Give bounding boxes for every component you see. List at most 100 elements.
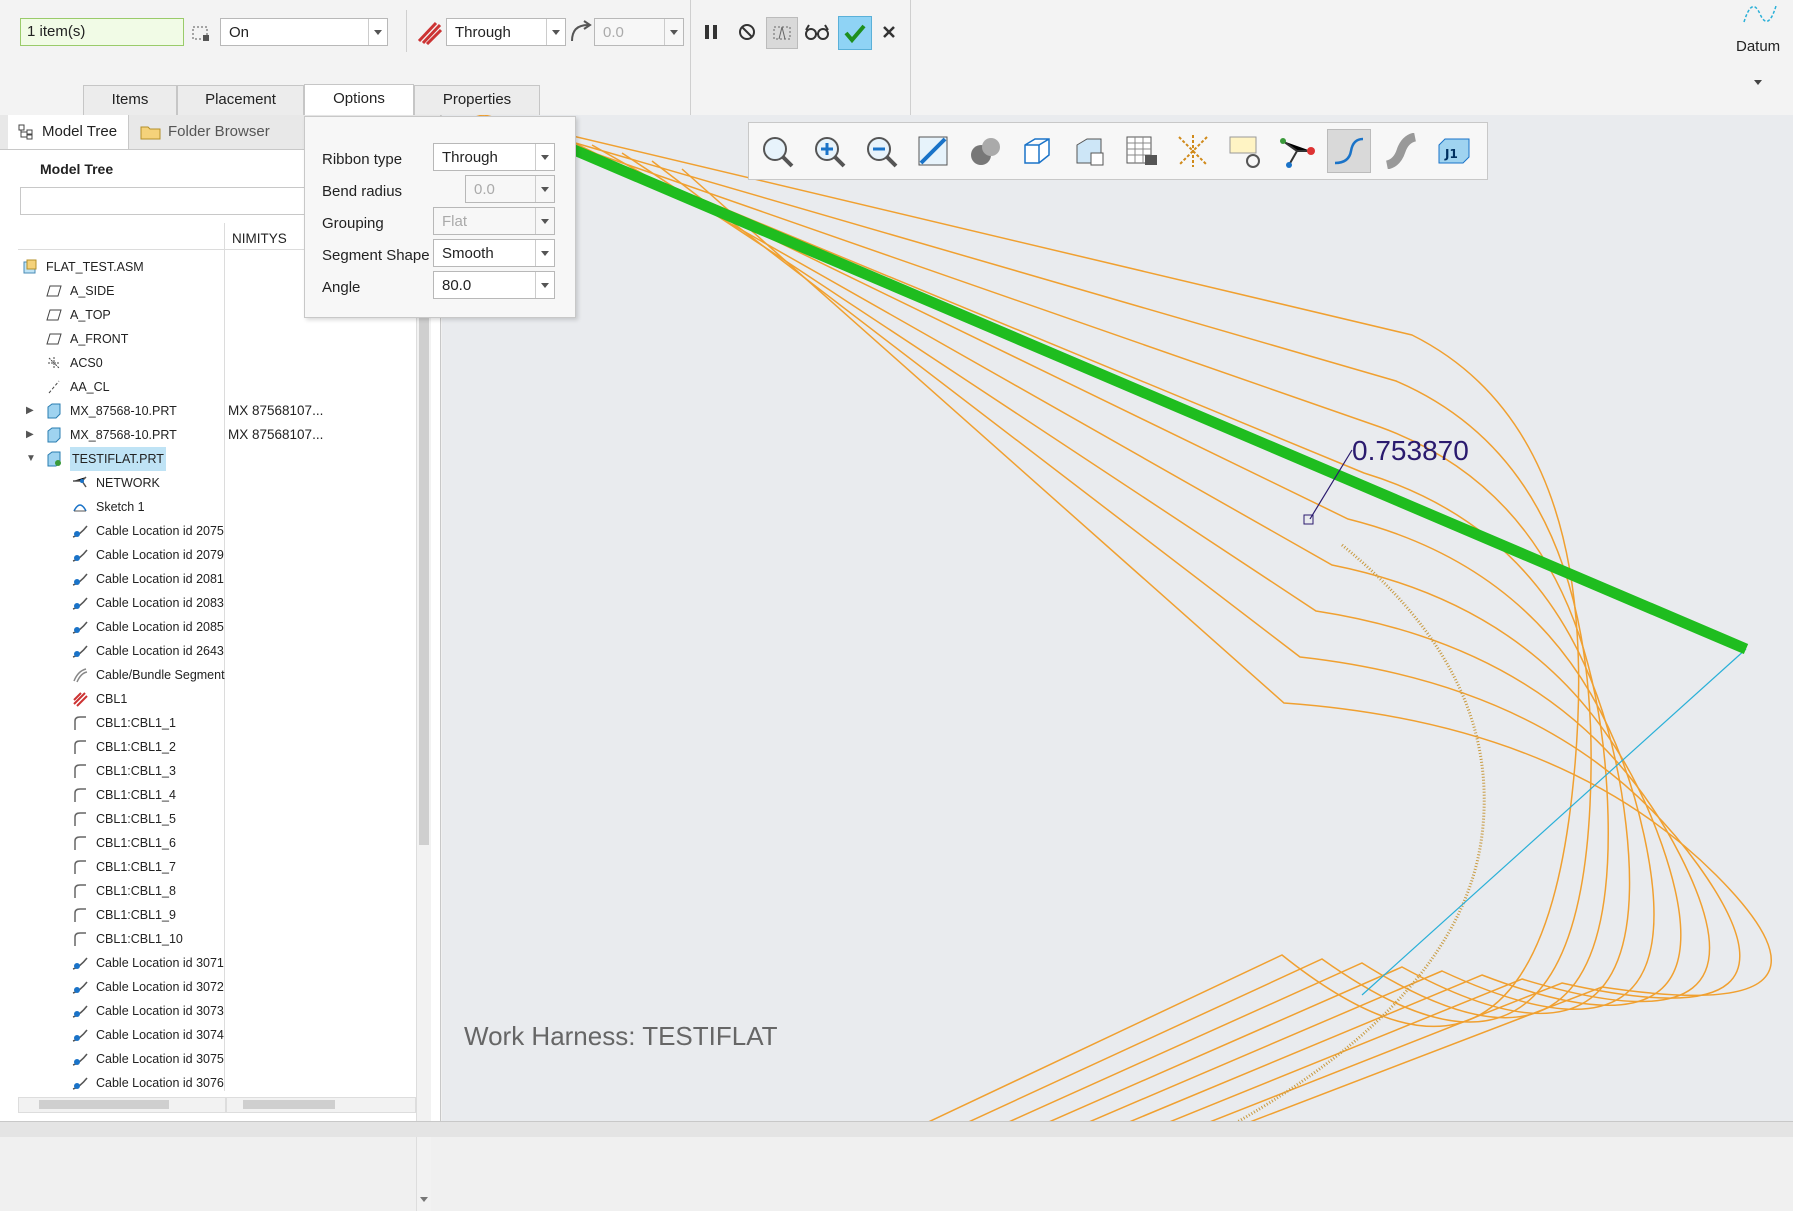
tree-row[interactable]: CBL1:CBL1_2: [0, 735, 224, 759]
annotation-display-icon[interactable]: [1223, 129, 1267, 173]
options-bend-radius-select[interactable]: 0.0: [465, 175, 555, 203]
options-panel: Ribbon type Through Bend radius 0.0 Grou…: [304, 116, 576, 318]
tree-row-label: CBL1:CBL1_2: [96, 740, 176, 754]
tree-column-header[interactable]: NIMITYS: [232, 231, 287, 246]
preview-geometry-icon[interactable]: [766, 17, 798, 49]
ribbon-type-select[interactable]: Through: [446, 18, 566, 46]
scroll-down-arrow[interactable]: [420, 1197, 428, 1202]
model-tree-search-input[interactable]: [20, 187, 312, 215]
tree-row[interactable]: A_FRONT: [0, 327, 224, 351]
scroll-thumb[interactable]: [39, 1100, 169, 1109]
tab-properties[interactable]: Properties: [414, 85, 540, 115]
tree-row[interactable]: Cable Location id 3074: [0, 1023, 224, 1047]
tab-items[interactable]: Items: [83, 85, 177, 115]
options-ribbon-type-select[interactable]: Through: [433, 143, 555, 171]
ok-checkmark-icon[interactable]: [838, 16, 872, 50]
column-horizontal-scrollbar[interactable]: [226, 1097, 416, 1113]
datum-label[interactable]: Datum: [1736, 38, 1780, 55]
tree-row[interactable]: CBL1:CBL1_4: [0, 783, 224, 807]
ribbon-cable-icon[interactable]: [414, 17, 444, 47]
zoom-out-icon[interactable]: [859, 129, 903, 173]
tree-row[interactable]: CBL1:CBL1_6: [0, 831, 224, 855]
repaint-icon[interactable]: [911, 129, 955, 173]
display-style-icon[interactable]: [963, 129, 1007, 173]
tree-row[interactable]: CBL1: [0, 687, 224, 711]
zoom-in-icon[interactable]: [807, 129, 851, 173]
tree-row[interactable]: ▶ MX_87568-10.PRT: [0, 423, 224, 447]
tree-row[interactable]: ▶ MX_87568-10.PRT: [0, 399, 224, 423]
tree-row[interactable]: CBL1:CBL1_5: [0, 807, 224, 831]
tree-row[interactable]: ACS0: [0, 351, 224, 375]
tab-options[interactable]: Options: [304, 84, 414, 117]
scroll-thumb[interactable]: [243, 1100, 335, 1109]
network-display-icon[interactable]: [1275, 129, 1319, 173]
verify-glasses-icon[interactable]: [802, 17, 832, 47]
tree-horizontal-scrollbar[interactable]: [18, 1097, 226, 1113]
tree-row[interactable]: CBL1:CBL1_8: [0, 879, 224, 903]
graphics-window[interactable]: 0.753870 Work Harness: TESTIFLAT: [442, 115, 1793, 1121]
tree-row[interactable]: FLAT_TEST.ASM: [0, 255, 224, 279]
tree-row[interactable]: CBL1:CBL1_1: [0, 711, 224, 735]
tree-row[interactable]: Cable Location id 2085: [0, 615, 224, 639]
datum-icon[interactable]: [1740, 0, 1780, 26]
tree-row-label: CBL1:CBL1_6: [96, 836, 176, 850]
tree-row[interactable]: Sketch 1: [0, 495, 224, 519]
tree-row[interactable]: Cable Location id 2079: [0, 543, 224, 567]
options-segment-shape-select[interactable]: Smooth: [433, 239, 555, 267]
harness-canvas[interactable]: [442, 115, 1793, 1121]
datum-display-icon[interactable]: [1171, 129, 1215, 173]
datum-dropdown-icon[interactable]: [1754, 80, 1762, 85]
tree-row[interactable]: CBL1:CBL1_9: [0, 903, 224, 927]
tree-row[interactable]: Cable Location id 3076: [0, 1071, 224, 1091]
no-preview-icon[interactable]: [732, 17, 762, 47]
refit-icon[interactable]: [755, 129, 799, 173]
tree-row[interactable]: AA_CL: [0, 375, 224, 399]
bend-radius-select[interactable]: 0.0: [594, 18, 684, 46]
dimension-label[interactable]: 0.753870: [1352, 435, 1469, 467]
tab-placement[interactable]: Placement: [177, 85, 304, 115]
sketch-icon: [72, 499, 88, 515]
cancel-x-icon[interactable]: [874, 17, 904, 47]
collector-icon[interactable]: [186, 17, 216, 47]
tree-row[interactable]: Cable Location id 2083: [0, 591, 224, 615]
tree-row[interactable]: Cable Location id 2081: [0, 567, 224, 591]
expand-arrow-icon[interactable]: ▶: [26, 399, 34, 423]
csys-icon: [46, 355, 62, 371]
tree-row[interactable]: NETWORK: [0, 471, 224, 495]
saved-orientations-icon[interactable]: [1015, 129, 1059, 173]
tree-row[interactable]: Cable Location id 2075: [0, 519, 224, 543]
pause-icon[interactable]: [696, 17, 726, 47]
options-angle-select[interactable]: 80.0: [433, 271, 555, 299]
seg-icon: [72, 667, 88, 683]
tree-row[interactable]: Cable Location id 3072: [0, 975, 224, 999]
tree-row[interactable]: CBL1:CBL1_7: [0, 855, 224, 879]
tree-row[interactable]: ▼ TESTIFLAT.PRT: [0, 447, 224, 471]
tree-row[interactable]: A_TOP: [0, 303, 224, 327]
tree-row[interactable]: Cable Location id 2643: [0, 639, 224, 663]
tree-row-label: NETWORK: [96, 476, 160, 490]
tree-row[interactable]: Cable Location id 3071: [0, 951, 224, 975]
expand-arrow-icon[interactable]: ▶: [26, 423, 34, 447]
tree-vertical-scrollbar[interactable]: [416, 251, 431, 1211]
selection-collector[interactable]: 1 item(s): [20, 18, 184, 46]
cable-centerline-icon[interactable]: [1327, 129, 1371, 173]
tree-row[interactable]: CBL1:CBL1_3: [0, 759, 224, 783]
spreadsheet-camera-icon[interactable]: [1119, 129, 1163, 173]
options-grouping-select[interactable]: Flat: [433, 207, 555, 235]
tree-row[interactable]: Cable/Bundle Segment: [0, 663, 225, 687]
tree-row[interactable]: Cable Location id 3075: [0, 1047, 224, 1071]
tree-row[interactable]: A_SIDE: [0, 279, 224, 303]
thick-cable-icon[interactable]: [1379, 129, 1423, 173]
loc-icon: [72, 955, 88, 971]
scroll-thumb[interactable]: [419, 255, 429, 845]
connector-display-icon[interactable]: J1: [1431, 129, 1475, 173]
svg-text:J1: J1: [1444, 147, 1458, 161]
collapse-arrow-icon[interactable]: ▼: [26, 447, 36, 471]
loc-icon: [72, 619, 88, 635]
tree-row[interactable]: Cable Location id 3073: [0, 999, 224, 1023]
mode-select[interactable]: On: [220, 18, 388, 46]
view-manager-icon[interactable]: [1067, 129, 1111, 173]
tab-model-tree[interactable]: Model Tree: [8, 115, 129, 149]
tab-folder-browser[interactable]: Folder Browser: [130, 115, 276, 149]
tree-row[interactable]: CBL1:CBL1_10: [0, 927, 224, 951]
